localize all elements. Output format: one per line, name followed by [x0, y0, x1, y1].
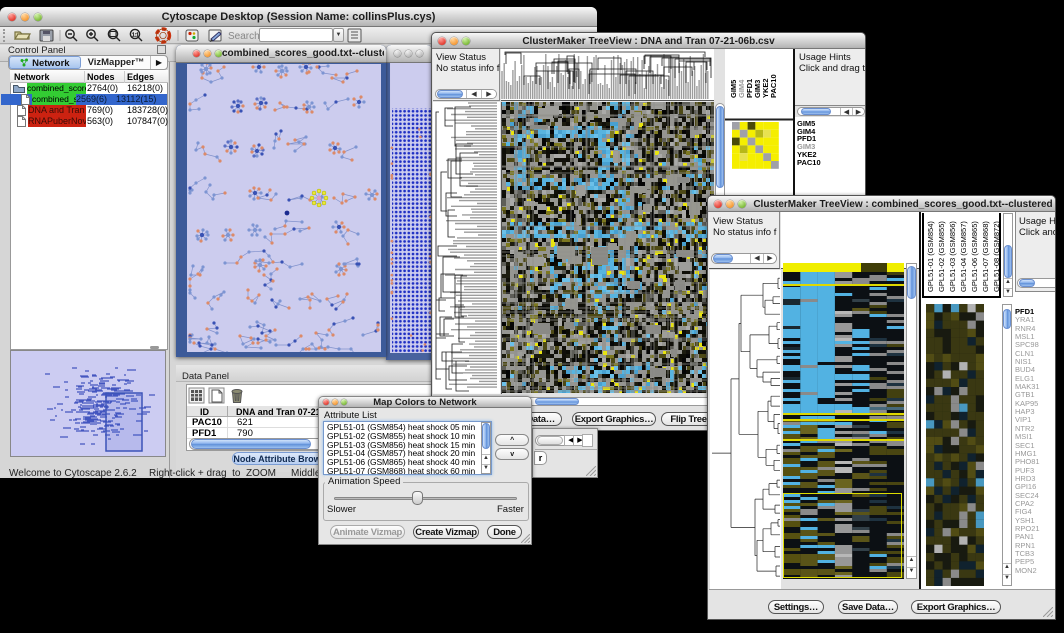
svg-text:1:1: 1:1	[132, 33, 139, 39]
svg-text:GPL51-02 (GSM855): GPL51-02 (GSM855)	[937, 221, 946, 292]
svg-text:PAC10: PAC10	[769, 74, 778, 98]
svg-text:GPL51-07 (GSM868): GPL51-07 (GSM868)	[981, 221, 990, 292]
svg-text:GPL51-06 (GSM865): GPL51-06 (GSM865)	[970, 221, 979, 292]
svg-text:GPL51-08 (GSM872): GPL51-08 (GSM872)	[992, 221, 1000, 292]
svg-text:GPL51-03 (GSM856): GPL51-03 (GSM856)	[948, 221, 957, 292]
svg-text:GPL51-04 (GSM857): GPL51-04 (GSM857)	[959, 221, 968, 292]
svg-text:GPL51-01 (GSM854): GPL51-01 (GSM854)	[926, 221, 935, 292]
